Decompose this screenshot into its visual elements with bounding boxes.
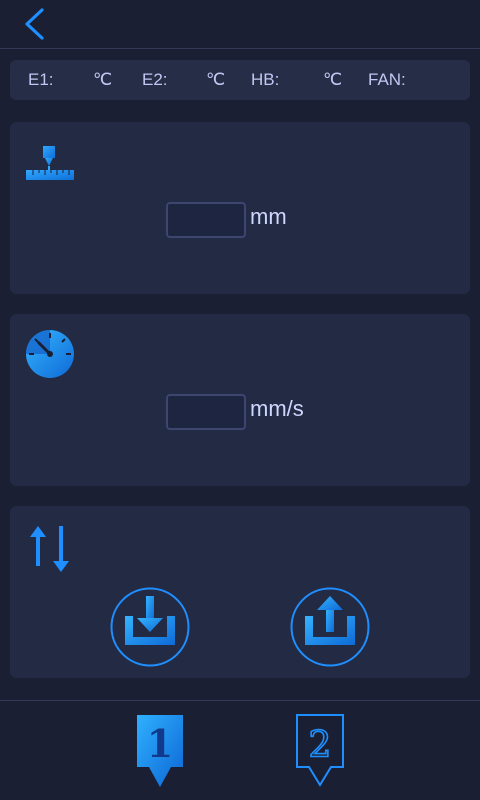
extruder-1-tab[interactable]: 1 xyxy=(134,713,186,789)
extrude-direction-panel xyxy=(10,506,470,678)
distance-unit-label: mm xyxy=(250,204,287,229)
extruder-select-bar: 1 2 xyxy=(0,700,480,800)
extruder-2-label: 2 xyxy=(309,725,332,766)
fan-label: FAN: xyxy=(368,70,406,89)
extruder-2-tab[interactable]: 2 xyxy=(294,713,346,789)
move-speed-panel: mm/s xyxy=(10,314,470,486)
back-button[interactable] xyxy=(18,6,52,42)
move-distance-panel: mm xyxy=(10,122,470,294)
extruder-1-label: 1 xyxy=(147,721,173,766)
hb-label: HB: xyxy=(251,70,280,89)
e2-unit: ℃ xyxy=(206,70,226,89)
temperature-status-bar: E1: ℃ E2: ℃ HB: ℃ FAN: xyxy=(10,60,470,100)
speedometer-icon xyxy=(26,330,74,378)
load-filament-button[interactable] xyxy=(109,586,191,668)
e1-unit: ℃ xyxy=(93,70,113,89)
speed-input[interactable] xyxy=(166,394,246,430)
e1-label: E1: xyxy=(28,70,54,89)
unload-filament-icon xyxy=(290,587,370,667)
hb-unit: ℃ xyxy=(323,70,343,89)
speed-unit-label: mm/s xyxy=(250,396,304,421)
distance-input[interactable] xyxy=(166,202,246,238)
nozzle-ruler-icon xyxy=(26,146,74,180)
extruder-1-badge-icon: 1 xyxy=(137,715,183,787)
unload-filament-button[interactable] xyxy=(289,586,371,668)
chevron-left-icon xyxy=(25,8,44,40)
extruder-2-badge-icon: 2 xyxy=(296,714,344,787)
load-filament-icon xyxy=(110,587,190,667)
up-down-arrows-icon xyxy=(30,526,69,572)
e2-label: E2: xyxy=(142,70,168,89)
top-bar xyxy=(0,0,480,49)
